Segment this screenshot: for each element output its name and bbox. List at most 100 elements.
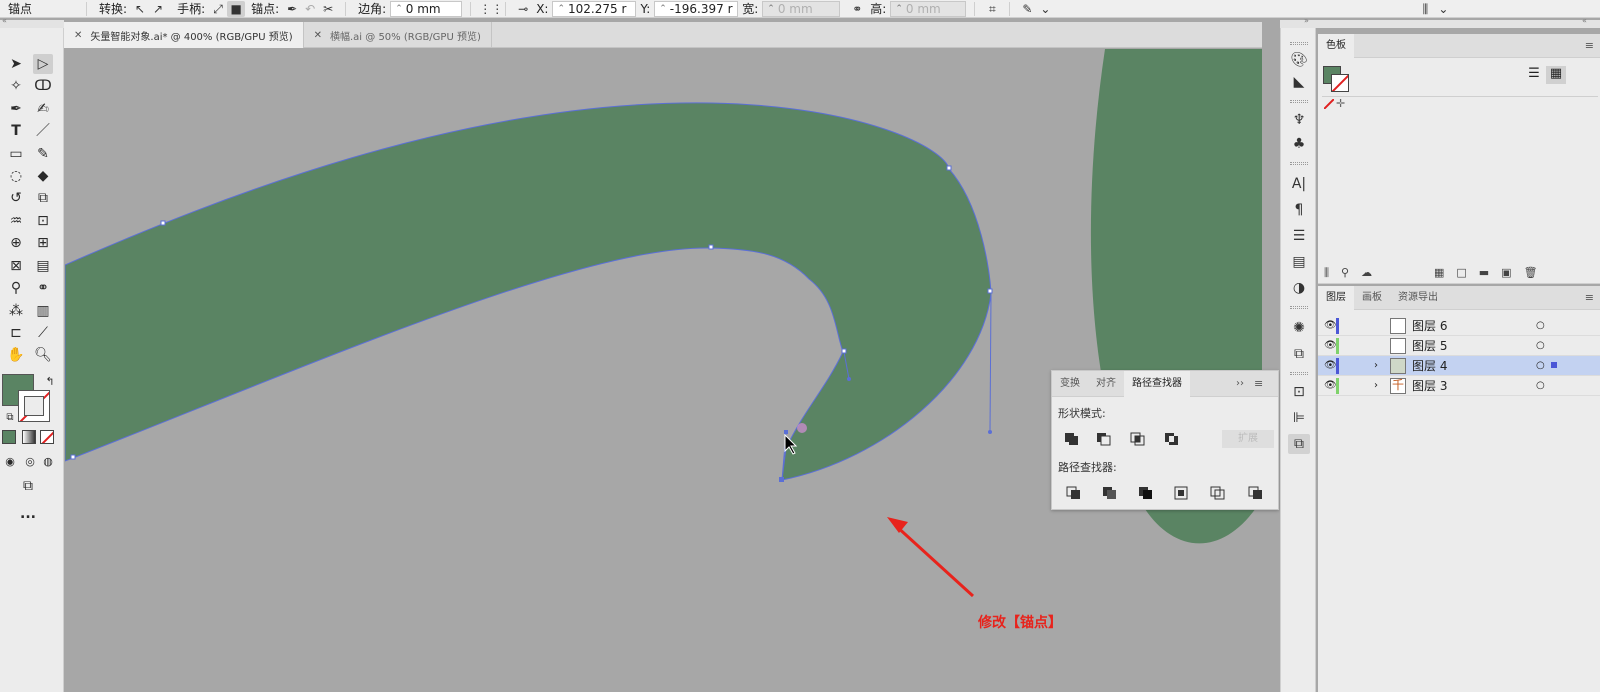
connect-anchors-icon[interactable]: ↶ (301, 1, 319, 17)
merge-icon[interactable] (1138, 486, 1154, 500)
collapse-icon[interactable]: « (1582, 16, 1587, 25)
tab-artboards[interactable]: 画板 (1354, 286, 1390, 310)
divide-icon[interactable] (1066, 486, 1082, 500)
symbol-sprayer-tool-icon[interactable]: ⁂ (6, 301, 26, 321)
panel-menu-icon[interactable]: ≡ (1254, 377, 1263, 390)
crop-icon[interactable] (1174, 486, 1190, 500)
convert-corner-icon[interactable]: ↖ (131, 1, 149, 17)
spinner-icon[interactable]: ⌃ (659, 4, 667, 14)
collapse-icon[interactable]: » (1304, 16, 1309, 25)
rectangle-tool-icon[interactable]: ▭ (6, 144, 26, 164)
layer-name[interactable]: 图层 5 (1412, 337, 1447, 354)
active-stroke-swatch[interactable] (1331, 74, 1349, 92)
visibility-eye-icon[interactable]: 👁︎ (1324, 340, 1337, 351)
appearance-icon[interactable]: ✺ (1288, 318, 1310, 338)
y-field[interactable]: ⌃ -196.397 r (654, 0, 739, 17)
scale-tool-icon[interactable]: ⧉ (33, 188, 53, 208)
panel-menu-icon[interactable]: ≡ (1585, 39, 1594, 52)
collapse-icon[interactable]: ›› (1236, 378, 1244, 389)
spinner-icon[interactable]: ⌃ (395, 4, 403, 14)
outline-icon[interactable] (1210, 486, 1226, 500)
swatch-footer-icons[interactable]: ⫼⚲☁ (1324, 266, 1384, 280)
grid-view-icon[interactable]: ▦ (1546, 66, 1566, 84)
exclude-icon[interactable] (1164, 432, 1180, 446)
anchor-ref-icon[interactable]: ⊸ (514, 1, 532, 17)
panel-menu-icon[interactable]: ⌄ (1434, 1, 1452, 17)
transform-icon[interactable]: ⌗ (983, 1, 1001, 17)
delete-anchor-icon[interactable]: ✒ (283, 1, 301, 17)
corner-field[interactable]: ⌃ 0 mm (390, 0, 463, 17)
transform-panel-icon[interactable]: ⊡ (1288, 382, 1310, 402)
layer-row[interactable]: 👁︎ 图层 5 ○ (1318, 336, 1600, 356)
paragraph-icon[interactable]: ¶ (1288, 200, 1310, 220)
stroke-swatch[interactable] (18, 390, 50, 422)
minus-front-icon[interactable] (1096, 432, 1112, 446)
spinner-icon[interactable]: ⌃ (895, 4, 903, 14)
screen-mode-icon[interactable]: ⧉ (18, 476, 38, 496)
brushes-icon[interactable]: ♆ (1288, 110, 1310, 130)
lasso-tool-icon[interactable]: ↀ (33, 76, 53, 96)
selection-indicator[interactable] (1551, 362, 1557, 368)
collapse-icon[interactable]: « (2, 16, 7, 25)
chevron-down-icon[interactable]: ⌄ (1036, 1, 1054, 17)
layer-row[interactable]: 👁︎ › 千 图层 3 ○ (1318, 376, 1600, 396)
pathfinder-panel-icon[interactable]: ⧉ (1288, 434, 1310, 454)
close-icon[interactable]: ✕ (74, 30, 82, 41)
edit-toolbar-icon[interactable]: ... (18, 504, 38, 524)
intersect-icon[interactable] (1130, 432, 1146, 446)
color-mode-icon[interactable] (2, 430, 16, 444)
symbols-icon[interactable]: ♣ (1288, 134, 1310, 154)
type-tool-icon[interactable]: T (6, 121, 26, 141)
layer-name[interactable]: 图层 4 (1412, 357, 1447, 374)
tab-asset-export[interactable]: 资源导出 (1390, 286, 1446, 310)
x-field[interactable]: ⌃ 102.275 r (552, 0, 637, 17)
hand-tool-icon[interactable]: ✋ (6, 345, 26, 365)
mesh-tool-icon[interactable]: ⊠ (6, 256, 26, 276)
character-icon[interactable]: A| (1288, 174, 1310, 194)
artboard-tool-icon[interactable]: ⊏ (6, 323, 26, 343)
swap-fill-stroke-icon[interactable]: ↰ (40, 372, 60, 392)
eraser-tool-icon[interactable]: ◆ (33, 166, 53, 186)
color-guide-icon[interactable]: 🎨︎ (1288, 50, 1310, 70)
slice-tool-icon[interactable]: ⟋ (33, 323, 53, 343)
gradient-icon[interactable]: ▤ (1288, 252, 1310, 272)
gradient-mode-icon[interactable] (22, 430, 36, 444)
transparency-icon[interactable]: ◑ (1288, 278, 1310, 298)
selection-tool-icon[interactable]: ➤ (6, 54, 26, 74)
magic-wand-tool-icon[interactable]: ✧ (6, 76, 26, 96)
panel-menu-icon[interactable]: ≡ (1585, 291, 1594, 304)
arrange-icon[interactable]: ⫼ (1416, 1, 1434, 17)
target-circle-icon[interactable]: ○ (1536, 360, 1545, 371)
tab-swatches[interactable]: 色板 (1318, 33, 1354, 58)
direct-selection-tool-icon[interactable]: ▷ (33, 54, 53, 74)
paintbrush-tool-icon[interactable]: ✎ (33, 144, 53, 164)
tab-pathfinder[interactable]: 路径查找器 (1124, 370, 1190, 397)
stroke-icon[interactable]: ☰ (1288, 226, 1310, 246)
expand-button[interactable]: 扩展 (1222, 430, 1274, 448)
expand-chevron-icon[interactable]: › (1374, 380, 1378, 391)
layer-row-selected[interactable]: 👁︎ › 图层 4 ○ (1318, 356, 1600, 376)
spinner-icon[interactable]: ⌃ (767, 4, 775, 14)
minus-back-icon[interactable] (1248, 486, 1264, 500)
warp-tool-icon[interactable]: ♒ (6, 211, 26, 231)
column-graph-tool-icon[interactable]: ▥ (33, 301, 53, 321)
target-circle-icon[interactable]: ○ (1536, 380, 1545, 391)
target-circle-icon[interactable]: ○ (1536, 340, 1545, 351)
swatch-actions-icons[interactable]: ▦□▬▣🗑︎ (1434, 266, 1550, 279)
show-handles-icon[interactable]: ⤢ (209, 1, 227, 17)
color-panel-icon[interactable]: ◣ (1288, 72, 1310, 92)
spinner-icon[interactable]: ⌃ (557, 4, 565, 14)
zoom-tool-icon[interactable]: 🔍︎ (33, 345, 53, 365)
align-points-icon[interactable]: ⋮⋮ (479, 1, 503, 17)
draw-normal-icon[interactable]: ◉ (0, 452, 20, 472)
tab-vector-smart-object[interactable]: ✕ 矢量智能对象.ai* @ 400% (RGB/GPU 预览) (64, 22, 304, 48)
unite-icon[interactable] (1064, 432, 1080, 446)
link-icon[interactable]: ⚭ (848, 1, 866, 17)
list-view-icon[interactable]: ☰ (1524, 66, 1544, 84)
tab-banner[interactable]: ✕ 横幅.ai @ 50% (RGB/GPU 预览) (304, 22, 492, 48)
trim-icon[interactable] (1102, 486, 1118, 500)
close-icon[interactable]: ✕ (314, 30, 322, 41)
shape-builder-tool-icon[interactable]: ⊕ (6, 233, 26, 253)
eyedropper-tool-icon[interactable]: ⚲ (6, 278, 26, 298)
shaper-tool-icon[interactable]: ◌ (6, 166, 26, 186)
